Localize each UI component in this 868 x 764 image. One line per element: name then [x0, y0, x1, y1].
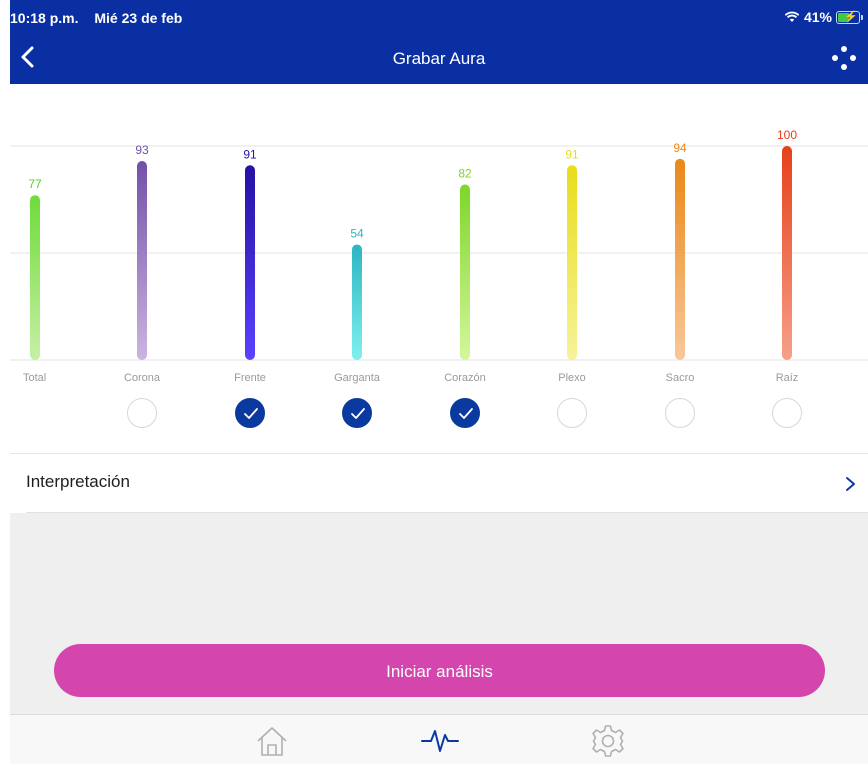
chart-svg: 77 Total 93 Corona 91 Frente 54 Garganta 82 Coraz… [10, 128, 868, 384]
category-label: Sacro [666, 372, 695, 384]
bar-2 [245, 165, 255, 360]
chakra-checkbox-garganta[interactable] [342, 398, 372, 428]
category-label: Corazón [444, 372, 486, 384]
bar-value-label: 82 [458, 167, 472, 181]
category-label: Plexo [558, 372, 586, 384]
bar-4 [460, 184, 470, 360]
bar-value-label: 93 [135, 143, 149, 157]
dots-icon[interactable] [830, 44, 858, 72]
bar-3 [352, 244, 362, 360]
chakra-checkbox-corazón[interactable] [450, 398, 480, 428]
status-date: Mié 23 de feb [94, 10, 183, 26]
checkmark-icon [244, 408, 258, 419]
wifi-icon [784, 11, 800, 22]
chakra-selectors [10, 398, 868, 434]
battery-percent: 41% [803, 9, 832, 25]
start-analysis-button[interactable]: Iniciar análisis [54, 644, 825, 697]
page-title: Grabar Aura [392, 49, 486, 68]
home-icon[interactable] [252, 723, 292, 759]
app: 10:18 p.m. Mié 23 de feb 41% ⚡ Grabar Au… [10, 0, 868, 764]
category-label: Corona [124, 372, 161, 384]
chakra-checkbox-raíz[interactable] [772, 398, 802, 428]
bar-6 [675, 158, 685, 360]
bar-value-label: 91 [243, 147, 257, 161]
navbar: Grabar Aura [10, 30, 868, 84]
interpretation-row[interactable]: Interpretación [10, 454, 868, 512]
gear-icon[interactable] [588, 723, 628, 759]
checkmark-icon [459, 408, 473, 419]
battery-icon: ⚡ [836, 10, 863, 24]
category-label: Raíz [776, 372, 799, 384]
bar-value-label: 91 [565, 147, 579, 161]
bar-5 [567, 165, 577, 360]
bar-value-label: 54 [350, 226, 364, 240]
bar-value-label: 77 [28, 177, 42, 191]
category-label: Frente [234, 372, 266, 384]
bar-7 [782, 146, 792, 360]
status-time: 10:18 p.m. [10, 10, 79, 26]
bar-value-label: 100 [777, 128, 797, 142]
chevron-right-icon [846, 477, 855, 491]
chakra-checkbox-plexo[interactable] [557, 398, 587, 428]
chakra-checkbox-frente[interactable] [235, 398, 265, 428]
status-bar: 10:18 p.m. Mié 23 de feb 41% ⚡ [10, 0, 868, 30]
category-label: Total [23, 372, 46, 384]
interpretation-label: Interpretación [26, 472, 130, 491]
heartbeat-icon[interactable] [420, 723, 460, 759]
chakra-checkbox-corona[interactable] [127, 398, 157, 428]
status-left: 10:18 p.m. Mié 23 de feb [10, 10, 194, 26]
checkmark-icon [351, 408, 365, 419]
bar-value-label: 94 [673, 141, 687, 155]
status-right: 41% ⚡ [784, 9, 863, 25]
category-label: Garganta [334, 372, 381, 384]
tab-bar [10, 714, 868, 764]
chakra-checkbox-sacro[interactable] [665, 398, 695, 428]
bar-1 [137, 160, 147, 360]
bar-0 [30, 195, 40, 360]
